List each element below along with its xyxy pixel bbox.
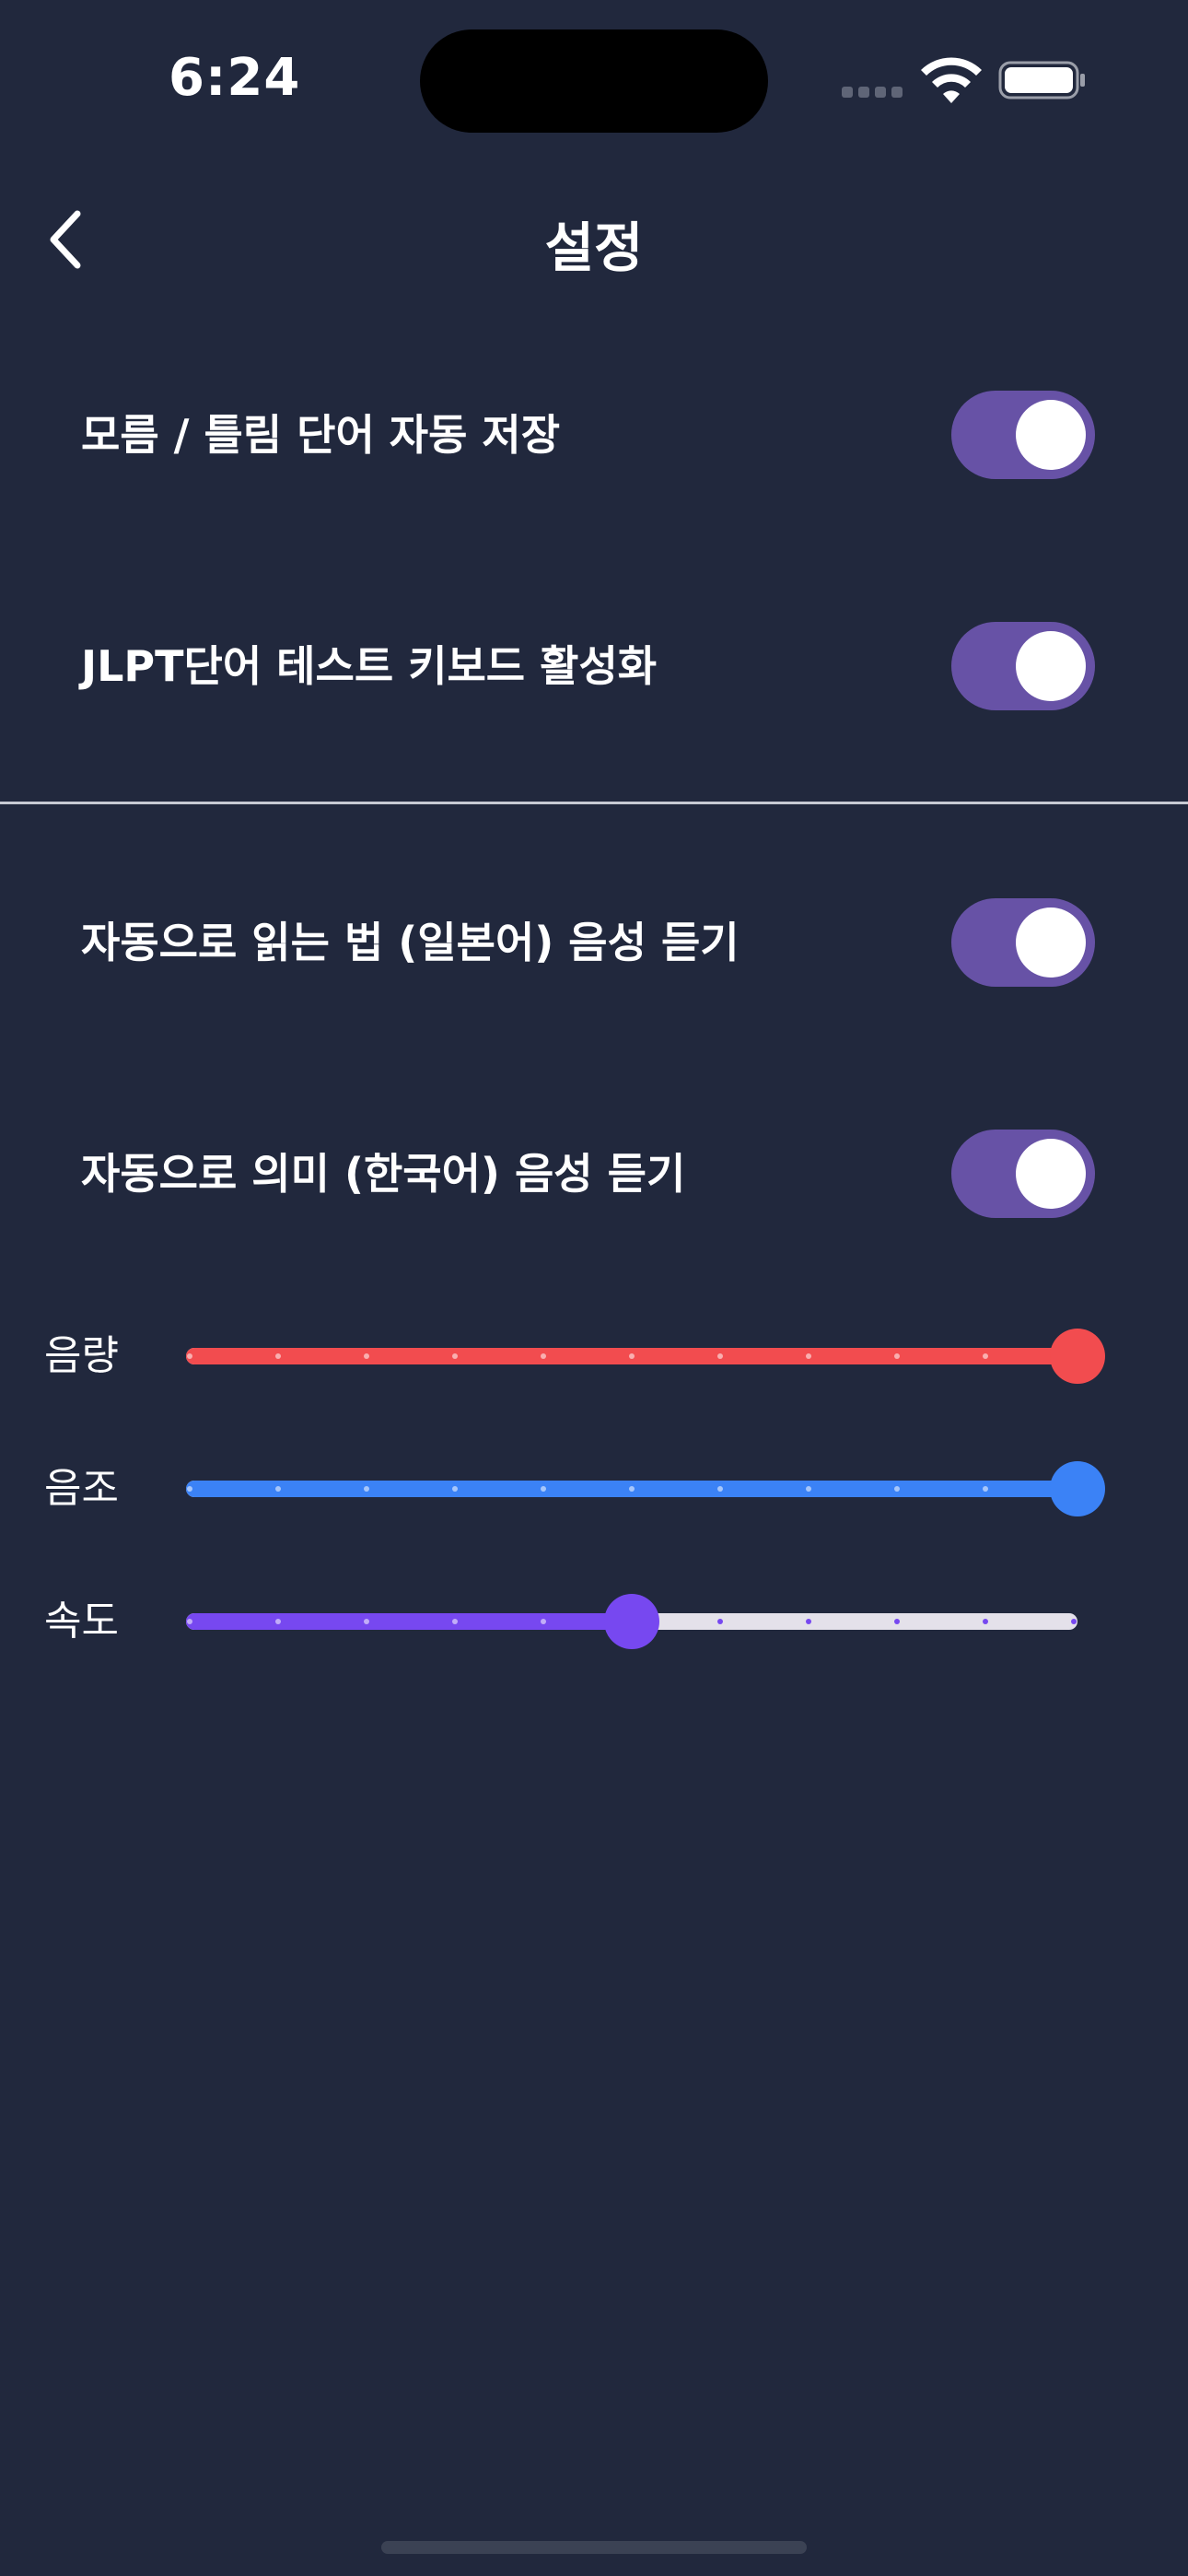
auto-meaning-audio-toggle[interactable]: [951, 1130, 1095, 1218]
setting-label: 모름 / 틀림 단어 자동 저장: [81, 410, 561, 460]
slider-tick: [541, 1486, 546, 1492]
auto-save-toggle[interactable]: [951, 391, 1095, 479]
setting-label: 자동으로 읽는 법 (일본어) 음성 듣기: [81, 918, 740, 967]
status-bar-time: 6:24: [169, 48, 301, 108]
volume-slider-row: 음량: [0, 1319, 1188, 1393]
slider-tick: [364, 1619, 369, 1624]
auto-reading-audio-toggle[interactable]: [951, 898, 1095, 987]
toggle-knob: [1016, 1139, 1086, 1209]
slider-label: 속도: [44, 1598, 119, 1645]
slider-thumb[interactable]: [1050, 1329, 1105, 1384]
slider-tick: [364, 1353, 369, 1359]
slider-tick: [983, 1486, 988, 1492]
slider-label: 음조: [44, 1465, 119, 1512]
slider-tick: [983, 1619, 988, 1624]
pitch-slider[interactable]: [186, 1461, 1105, 1516]
volume-slider[interactable]: [186, 1329, 1105, 1384]
slider-tick: [187, 1353, 192, 1359]
slider-tick: [894, 1486, 900, 1492]
speed-slider-row: 속도: [0, 1585, 1188, 1658]
slider-tick: [275, 1619, 281, 1624]
slider-tick: [894, 1353, 900, 1359]
slider-tick: [452, 1353, 458, 1359]
slider-tick: [541, 1619, 546, 1624]
section-divider: [0, 802, 1188, 804]
slider-tick: [717, 1486, 723, 1492]
page-title: 설정: [544, 217, 644, 279]
speed-slider[interactable]: [186, 1594, 1077, 1649]
slider-tick: [629, 1486, 635, 1492]
toggle-knob: [1016, 400, 1086, 470]
dynamic-island: [420, 29, 768, 133]
home-indicator: [381, 2541, 807, 2554]
battery-icon: [998, 61, 1085, 100]
slider-tick: [894, 1619, 900, 1624]
setting-row-auto-meaning-audio: 자동으로 의미 (한국어) 음성 듣기: [0, 1118, 1188, 1229]
slider-tick: [364, 1486, 369, 1492]
slider-thumb[interactable]: [604, 1594, 659, 1649]
setting-row-auto-save: 모름 / 틀림 단어 자동 저장: [0, 380, 1188, 490]
slider-fill: [186, 1613, 632, 1630]
slider-tick: [983, 1353, 988, 1359]
setting-label: JLPT단어 테스트 키보드 활성화: [81, 641, 658, 691]
slider-tick: [629, 1353, 635, 1359]
setting-row-test-keyboard: JLPT단어 테스트 키보드 활성화: [0, 611, 1188, 721]
slider-tick: [1071, 1619, 1077, 1624]
slider-tick: [187, 1619, 192, 1624]
slider-tick: [806, 1353, 811, 1359]
setting-row-auto-reading-audio: 자동으로 읽는 법 (일본어) 음성 듣기: [0, 887, 1188, 998]
slider-tick: [541, 1353, 546, 1359]
slider-tick: [717, 1353, 723, 1359]
slider-tick: [806, 1486, 811, 1492]
slider-tick: [187, 1486, 192, 1492]
test-keyboard-toggle[interactable]: [951, 622, 1095, 710]
wifi-icon: [921, 57, 982, 103]
toggle-knob: [1016, 631, 1086, 701]
setting-label: 자동으로 의미 (한국어) 음성 듣기: [81, 1149, 686, 1199]
slider-tick: [275, 1486, 281, 1492]
cellular-signal-icon: [842, 87, 904, 98]
slider-tick: [452, 1486, 458, 1492]
pitch-slider-row: 음조: [0, 1452, 1188, 1526]
toggle-knob: [1016, 907, 1086, 978]
slider-tick: [275, 1353, 281, 1359]
slider-tick: [717, 1619, 723, 1624]
slider-tick: [452, 1619, 458, 1624]
slider-tick: [806, 1619, 811, 1624]
slider-thumb[interactable]: [1050, 1461, 1105, 1516]
slider-label: 음량: [44, 1332, 119, 1379]
